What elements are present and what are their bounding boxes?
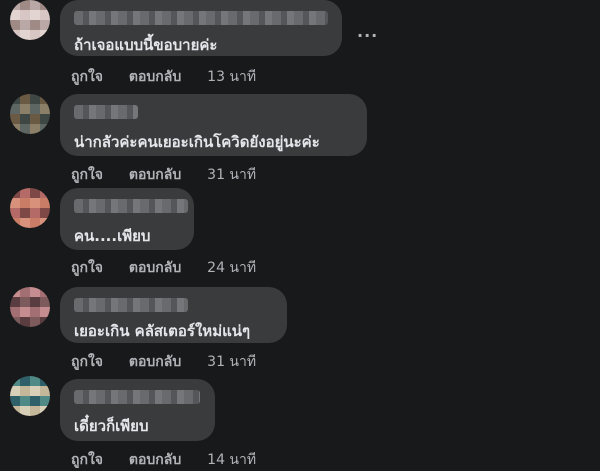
- avatar[interactable]: [10, 287, 50, 327]
- timestamp[interactable]: 31 นาที: [207, 351, 256, 373]
- reply-button[interactable]: ตอบกลับ: [129, 66, 181, 88]
- like-button[interactable]: ถูกใจ: [71, 257, 103, 279]
- timestamp[interactable]: 31 นาที: [207, 164, 256, 186]
- reply-button[interactable]: ตอบกลับ: [129, 164, 181, 186]
- like-button[interactable]: ถูกใจ: [71, 164, 103, 186]
- avatar[interactable]: [10, 376, 50, 416]
- like-button[interactable]: ถูกใจ: [71, 351, 103, 373]
- timestamp[interactable]: 24 นาที: [207, 257, 256, 279]
- comment-bubble: น่ากลัวค่ะคนเยอะเกินโควิดยังอยู่นะค่ะ: [60, 94, 367, 156]
- comment-bubble: เดี๋ยวก็เพียบ: [60, 379, 215, 441]
- avatar[interactable]: [10, 94, 50, 134]
- comment-actions: ถูกใจ ตอบกลับ 24 นาที: [71, 257, 256, 279]
- comment-bubble: คน....เพียบ: [60, 188, 194, 250]
- avatar[interactable]: [10, 188, 50, 228]
- reply-button[interactable]: ตอบกลับ: [129, 351, 181, 373]
- author-name-blurred[interactable]: [74, 199, 188, 213]
- avatar[interactable]: [10, 0, 50, 40]
- author-name-blurred[interactable]: [74, 105, 138, 119]
- comment-text: น่ากลัวค่ะคนเยอะเกินโควิดยังอยู่นะค่ะ: [74, 133, 320, 151]
- reply-button[interactable]: ตอบกลับ: [129, 449, 181, 471]
- timestamp[interactable]: 13 นาที: [207, 66, 256, 88]
- reply-button[interactable]: ตอบกลับ: [129, 257, 181, 279]
- comment-text: ถ้าเจอแบบนี้ขอบายค่ะ: [74, 36, 218, 54]
- comment-text: คน....เพียบ: [74, 227, 151, 245]
- timestamp[interactable]: 14 นาที: [207, 449, 256, 471]
- comment-bubble: ถ้าเจอแบบนี้ขอบายค่ะ: [60, 0, 342, 56]
- comment-actions: ถูกใจ ตอบกลับ 14 นาที: [71, 449, 256, 471]
- author-name-blurred[interactable]: [74, 298, 188, 312]
- comment-actions: ถูกใจ ตอบกลับ 13 นาที: [71, 66, 256, 88]
- more-options-icon[interactable]: ···: [357, 26, 378, 45]
- author-name-blurred[interactable]: [74, 390, 200, 404]
- comment-actions: ถูกใจ ตอบกลับ 31 นาที: [71, 351, 256, 373]
- comment-text: เยอะเกิน คลัสเตอร์ใหม่แน่ๆ: [74, 322, 251, 340]
- like-button[interactable]: ถูกใจ: [71, 449, 103, 471]
- author-name-blurred[interactable]: [74, 11, 328, 25]
- like-button[interactable]: ถูกใจ: [71, 66, 103, 88]
- comment-actions: ถูกใจ ตอบกลับ 31 นาที: [71, 164, 256, 186]
- comment-bubble: เยอะเกิน คลัสเตอร์ใหม่แน่ๆ: [60, 287, 287, 343]
- comment-text: เดี๋ยวก็เพียบ: [74, 417, 149, 435]
